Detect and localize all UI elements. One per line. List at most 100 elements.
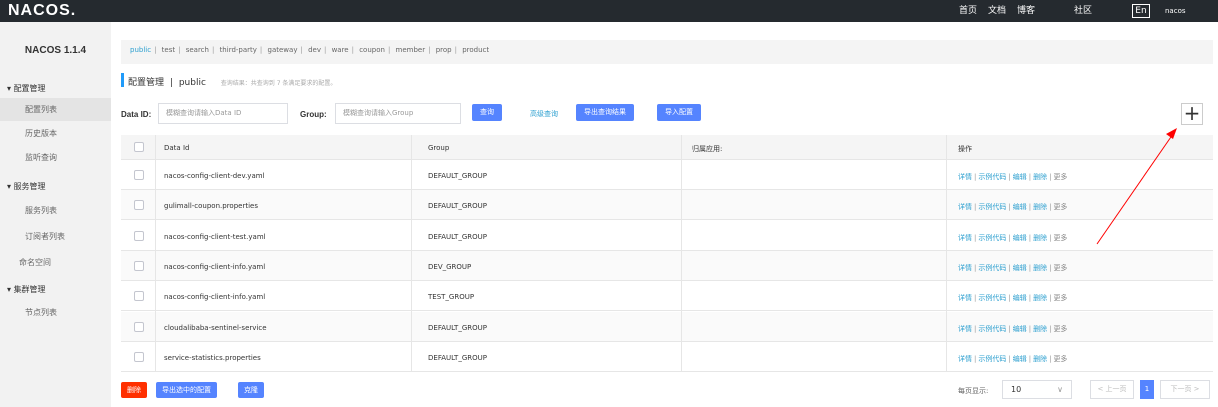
nav-home[interactable]: 首页 xyxy=(959,0,977,22)
row-actions: 详情 | 示例代码 | 编辑 | 删除 | 更多 xyxy=(958,264,1068,272)
detail-link[interactable]: 详情 xyxy=(958,294,972,302)
sample-code-link[interactable]: 示例代码 xyxy=(978,325,1006,333)
namespace-gateway[interactable]: gateway xyxy=(268,46,298,54)
namespace-search[interactable]: search xyxy=(186,46,209,54)
prev-page-button[interactable]: < 上一页 xyxy=(1090,380,1134,399)
export-query-result-button[interactable]: 导出查询结果 xyxy=(576,104,634,121)
delete-link[interactable]: 删除 xyxy=(1033,203,1047,211)
nav-community[interactable]: 社区 xyxy=(1074,0,1092,22)
per-page-label: 每页显示: xyxy=(958,387,989,395)
cell-group: DEFAULT_GROUP xyxy=(428,233,487,241)
edit-link[interactable]: 编辑 xyxy=(1013,264,1027,272)
row-actions: 详情 | 示例代码 | 编辑 | 删除 | 更多 xyxy=(958,355,1068,363)
import-config-button[interactable]: 导入配置 xyxy=(657,104,701,121)
nacos-logo[interactable]: NACOS. xyxy=(8,1,76,21)
sample-code-link[interactable]: 示例代码 xyxy=(978,203,1006,211)
detail-link[interactable]: 详情 xyxy=(958,325,972,333)
namespace-test[interactable]: test xyxy=(162,46,175,54)
delete-link[interactable]: 删除 xyxy=(1033,294,1047,302)
namespace-third-party[interactable]: third-party xyxy=(220,46,257,54)
row-checkbox[interactable] xyxy=(134,352,144,362)
sidebar-item-subscriber-list[interactable]: 订阅者列表 xyxy=(0,225,111,248)
namespace-product[interactable]: product xyxy=(462,46,489,54)
edit-link[interactable]: 编辑 xyxy=(1013,173,1027,181)
edit-link[interactable]: 编辑 xyxy=(1013,355,1027,363)
group-input[interactable]: 模糊查询请输入Group xyxy=(335,103,461,124)
edit-link[interactable]: 编辑 xyxy=(1013,325,1027,333)
nav-blog[interactable]: 博客 xyxy=(1017,0,1035,22)
add-config-button[interactable]: + xyxy=(1181,103,1203,125)
cell-data-id: nacos-config-client-test.yaml xyxy=(164,233,266,241)
detail-link[interactable]: 详情 xyxy=(958,203,972,211)
sidebar-group-service[interactable]: ▾ 服务管理 xyxy=(7,181,46,192)
detail-link[interactable]: 详情 xyxy=(958,264,972,272)
row-checkbox[interactable] xyxy=(134,231,144,241)
select-all-checkbox[interactable] xyxy=(134,142,144,152)
group-label: Group: xyxy=(300,110,327,119)
detail-link[interactable]: 详情 xyxy=(958,355,972,363)
detail-link[interactable]: 详情 xyxy=(958,234,972,242)
user-name[interactable]: nacos xyxy=(1165,0,1186,22)
sidebar-item-namespace[interactable]: 命名空间 xyxy=(0,251,111,274)
sidebar-item-service-list[interactable]: 服务列表 xyxy=(0,199,111,222)
delete-link[interactable]: 删除 xyxy=(1033,173,1047,181)
cell-group: DEFAULT_GROUP xyxy=(428,324,487,332)
sample-code-link[interactable]: 示例代码 xyxy=(978,355,1006,363)
edit-link[interactable]: 编辑 xyxy=(1013,203,1027,211)
language-switch-button[interactable]: En xyxy=(1132,4,1150,18)
sidebar-group-cluster[interactable]: ▾ 集群管理 xyxy=(7,284,46,295)
more-link[interactable]: 更多 xyxy=(1053,203,1067,211)
page-1-button[interactable]: 1 xyxy=(1140,380,1154,399)
query-button[interactable]: 查询 xyxy=(472,104,502,121)
sidebar-item-node-list[interactable]: 节点列表 xyxy=(0,301,111,324)
namespace-ware[interactable]: ware xyxy=(332,46,349,54)
sample-code-link[interactable]: 示例代码 xyxy=(978,264,1006,272)
cell-data-id: service-statistics.properties xyxy=(164,354,261,362)
sidebar-item-config-list[interactable]: 配置列表 xyxy=(0,98,111,121)
more-link[interactable]: 更多 xyxy=(1053,294,1067,302)
more-link[interactable]: 更多 xyxy=(1053,355,1067,363)
namespace-coupon[interactable]: coupon xyxy=(359,46,385,54)
next-page-button[interactable]: 下一页 > xyxy=(1160,380,1210,399)
clone-button[interactable]: 克隆 xyxy=(238,382,264,398)
row-checkbox[interactable] xyxy=(134,291,144,301)
sidebar-group-config[interactable]: ▾ 配置管理 xyxy=(7,83,46,94)
table-header xyxy=(121,135,1213,160)
sample-code-link[interactable]: 示例代码 xyxy=(978,234,1006,242)
row-actions: 详情 | 示例代码 | 编辑 | 删除 | 更多 xyxy=(958,294,1068,302)
delete-link[interactable]: 删除 xyxy=(1033,325,1047,333)
row-checkbox[interactable] xyxy=(134,200,144,210)
row-actions: 详情 | 示例代码 | 编辑 | 删除 | 更多 xyxy=(958,234,1068,242)
edit-link[interactable]: 编辑 xyxy=(1013,294,1027,302)
cell-data-id: gulimall-coupon.properties xyxy=(164,202,258,210)
delete-link[interactable]: 删除 xyxy=(1033,355,1047,363)
per-page-select[interactable]: 10 ∨ xyxy=(1002,380,1072,399)
more-link[interactable]: 更多 xyxy=(1053,325,1067,333)
delete-link[interactable]: 删除 xyxy=(1033,264,1047,272)
data-id-input[interactable]: 模糊查询请输入Data ID xyxy=(158,103,288,124)
row-checkbox[interactable] xyxy=(134,170,144,180)
delete-link[interactable]: 删除 xyxy=(1033,234,1047,242)
nav-docs[interactable]: 文档 xyxy=(988,0,1006,22)
caret-down-icon: ▾ xyxy=(7,285,12,294)
batch-delete-button[interactable]: 删除 xyxy=(121,382,147,398)
more-link[interactable]: 更多 xyxy=(1053,173,1067,181)
page-title: 配置管理 | public 查询结果：共查询到 7 条满足要求的配置。 xyxy=(128,75,336,88)
sample-code-link[interactable]: 示例代码 xyxy=(978,294,1006,302)
namespace-member[interactable]: member xyxy=(396,46,426,54)
more-link[interactable]: 更多 xyxy=(1053,264,1067,272)
row-checkbox[interactable] xyxy=(134,322,144,332)
sidebar-item-listener-query[interactable]: 监听查询 xyxy=(0,146,111,169)
edit-link[interactable]: 编辑 xyxy=(1013,234,1027,242)
row-checkbox[interactable] xyxy=(134,261,144,271)
sidebar-item-history[interactable]: 历史版本 xyxy=(0,122,111,145)
namespace-dev[interactable]: dev xyxy=(308,46,321,54)
namespace-public[interactable]: public xyxy=(130,46,151,54)
more-link[interactable]: 更多 xyxy=(1053,234,1067,242)
advanced-query-link[interactable]: 高级查询 xyxy=(530,109,558,119)
namespace-prop[interactable]: prop xyxy=(436,46,452,54)
detail-link[interactable]: 详情 xyxy=(958,173,972,181)
cell-group: DEV_GROUP xyxy=(428,263,472,271)
sample-code-link[interactable]: 示例代码 xyxy=(978,173,1006,181)
export-selected-button[interactable]: 导出选中的配置 xyxy=(156,382,217,398)
